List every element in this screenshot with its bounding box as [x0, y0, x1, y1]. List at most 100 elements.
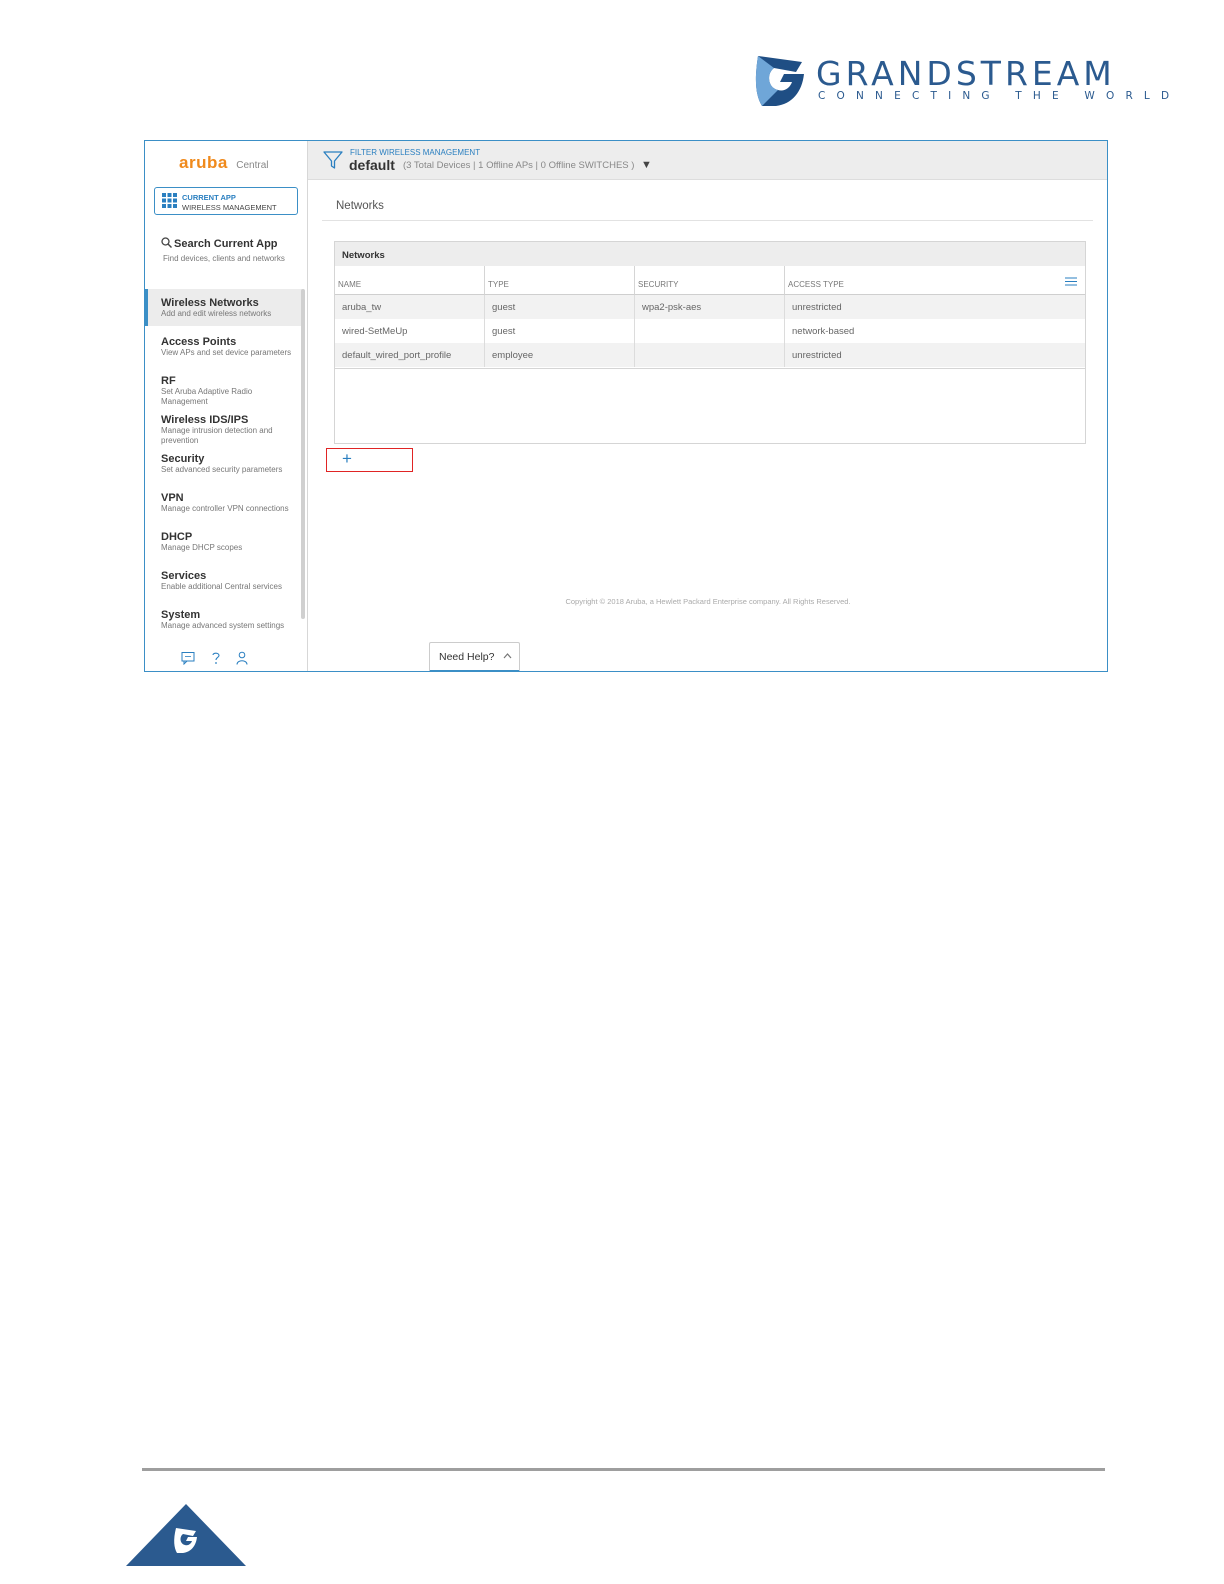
sidebar-item-wireless-networks[interactable]: Wireless Networks Add and edit wireless …	[145, 289, 304, 326]
table-title: Networks	[342, 250, 385, 261]
sidebar-item-services[interactable]: Services Enable additional Central servi…	[145, 565, 301, 599]
sidebar-item-desc: Manage DHCP scopes	[161, 543, 243, 552]
cell-access-type: unrestricted	[792, 350, 842, 361]
sidebar-item-title: VPN	[161, 492, 184, 504]
sidebar-item-title: System	[161, 609, 201, 621]
sidebar-item-title: RF	[161, 375, 176, 387]
sidebar-item-desc: Manage intrusion detection and preventio…	[161, 426, 273, 445]
grandstream-mark-icon	[755, 56, 804, 106]
current-app-value: WIRELESS MANAGEMENT	[182, 203, 277, 212]
table-cell: unrestricted	[785, 343, 1085, 367]
help-icon[interactable]	[209, 651, 223, 665]
sidebar-item-title: Security	[161, 453, 205, 465]
column-header-type[interactable]: TYPE	[485, 266, 635, 295]
cell-access-type: network-based	[792, 326, 855, 337]
column-menu-icon[interactable]	[1065, 277, 1077, 286]
table-cell: default_wired_port_profile	[335, 343, 485, 367]
table-cell: wpa2-psk-aes	[635, 295, 785, 319]
sidebar-item-vpn[interactable]: VPN Manage controller VPN connections	[145, 487, 301, 521]
cell-access-type: unrestricted	[792, 302, 842, 313]
sidebar-item-title: Wireless IDS/IPS	[161, 414, 249, 426]
sidebar-item-desc: Add and edit wireless networks	[161, 309, 272, 318]
main-content: FILTER WIRELESS MANAGEMENT default (3 To…	[308, 141, 1107, 671]
cell-security: wpa2-psk-aes	[642, 302, 702, 313]
brand-name: GRANDSTREAM	[816, 54, 1116, 93]
filter-group-name[interactable]: default	[349, 157, 395, 173]
filter-bar[interactable]: FILTER WIRELESS MANAGEMENT default (3 To…	[308, 141, 1107, 180]
sidebar-item-title: Wireless Networks	[161, 297, 259, 309]
search-title: Search Current App	[174, 238, 278, 250]
table-cell: employee	[485, 343, 635, 367]
table-cell: wired-SetMeUp	[335, 319, 485, 343]
column-header-label: TYPE	[488, 280, 509, 289]
table-row[interactable]: default_wired_port_profile employee unre…	[335, 343, 1085, 367]
column-header-name[interactable]: NAME	[335, 266, 485, 295]
sidebar-item-security[interactable]: Security Set advanced security parameter…	[145, 448, 301, 482]
sidebar-item-title: Access Points	[161, 336, 237, 348]
filter-label: FILTER WIRELESS MANAGEMENT	[350, 148, 481, 157]
need-help-label: Need Help?	[439, 651, 495, 663]
sidebar-item-wireless-ids-ips[interactable]: Wireless IDS/IPS Manage intrusion detect…	[145, 409, 301, 447]
need-help-button[interactable]: Need Help?	[429, 642, 520, 671]
column-header-label: ACCESS TYPE	[788, 280, 844, 289]
chat-icon[interactable]	[181, 651, 195, 665]
grandstream-logo: GRANDSTREAM CONNECTING THE WORLD	[752, 52, 1169, 110]
footer-divider	[142, 1468, 1105, 1471]
cell-name: wired-SetMeUp	[342, 326, 408, 337]
aruba-logo-suffix: Central	[236, 160, 269, 171]
sidebar-item-dhcp[interactable]: DHCP Manage DHCP scopes	[145, 526, 301, 560]
search-current-app[interactable]: Search Current App Find devices, clients…	[161, 237, 301, 263]
sidebar-item-desc: Enable additional Central services	[161, 582, 282, 591]
sidebar-item-rf[interactable]: RF Set Aruba Adaptive Radio Management	[145, 370, 301, 408]
sidebar-item-desc: View APs and set device parameters	[161, 348, 292, 357]
app-grid-icon	[162, 193, 177, 208]
cell-type: employee	[492, 350, 534, 361]
column-header-security[interactable]: SECURITY	[635, 266, 785, 295]
column-header-label: NAME	[338, 280, 362, 289]
current-app-switcher[interactable]: CURRENT APP WIRELESS MANAGEMENT	[154, 187, 298, 215]
footer-logo-icon	[126, 1504, 246, 1566]
table-cell: unrestricted	[785, 295, 1085, 319]
copyright-text: Copyright © 2018 Aruba, a Hewlett Packar…	[565, 597, 851, 606]
app-window: aruba Central CURRENT APP WIRELESS MANAG…	[144, 140, 1108, 672]
table-header-bar: Networks	[335, 242, 1085, 266]
user-icon[interactable]	[235, 651, 249, 665]
sidebar-item-desc: Manage advanced system settings	[161, 621, 285, 630]
sidebar: aruba Central CURRENT APP WIRELESS MANAG…	[145, 141, 308, 671]
table-row[interactable]: wired-SetMeUp guest network-based	[335, 319, 1085, 343]
sidebar-item-title: Services	[161, 570, 207, 582]
chevron-up-icon	[503, 653, 512, 659]
table-rows-divider	[335, 368, 1085, 369]
column-header-label: SECURITY	[638, 280, 679, 289]
column-header-access-type[interactable]: ACCESS TYPE	[785, 266, 1085, 295]
table-cell: guest	[485, 319, 635, 343]
table-cell: guest	[485, 295, 635, 319]
filter-icon[interactable]	[323, 150, 343, 170]
search-title-row: Search Current App	[161, 237, 301, 250]
sidebar-item-access-points[interactable]: Access Points View APs and set device pa…	[145, 331, 301, 365]
plus-icon: +	[342, 449, 352, 468]
cell-type: guest	[492, 326, 516, 337]
search-icon	[161, 237, 172, 248]
cell-name: default_wired_port_profile	[342, 350, 452, 361]
sidebar-item-system[interactable]: System Manage advanced system settings	[145, 604, 301, 638]
table-cell	[635, 319, 785, 343]
sidebar-item-title: DHCP	[161, 531, 193, 543]
brand-tagline: CONNECTING THE WORLD	[818, 90, 1181, 102]
cell-name: aruba_tw	[342, 302, 382, 313]
sidebar-item-desc: Set advanced security parameters	[161, 465, 283, 474]
table-row[interactable]: aruba_tw guest wpa2-psk-aes unrestricted	[335, 295, 1085, 319]
current-app-label: CURRENT APP	[182, 193, 236, 202]
page-title: Networks	[336, 200, 384, 212]
table-cell: network-based	[785, 319, 1085, 343]
sidebar-footer-icons	[181, 651, 261, 667]
sidebar-item-desc: Manage controller VPN connections	[161, 504, 289, 513]
filter-dropdown-icon[interactable]: ▼	[641, 159, 652, 171]
sidebar-item-desc: Set Aruba Adaptive Radio Management	[161, 387, 253, 406]
title-divider	[322, 220, 1093, 221]
search-subtitle: Find devices, clients and networks	[163, 254, 285, 263]
aruba-logo-word: aruba	[179, 153, 228, 172]
sidebar-scrollbar[interactable]	[301, 289, 305, 619]
aruba-logo[interactable]: aruba Central	[179, 153, 269, 173]
add-network-button[interactable]: +	[326, 448, 413, 472]
